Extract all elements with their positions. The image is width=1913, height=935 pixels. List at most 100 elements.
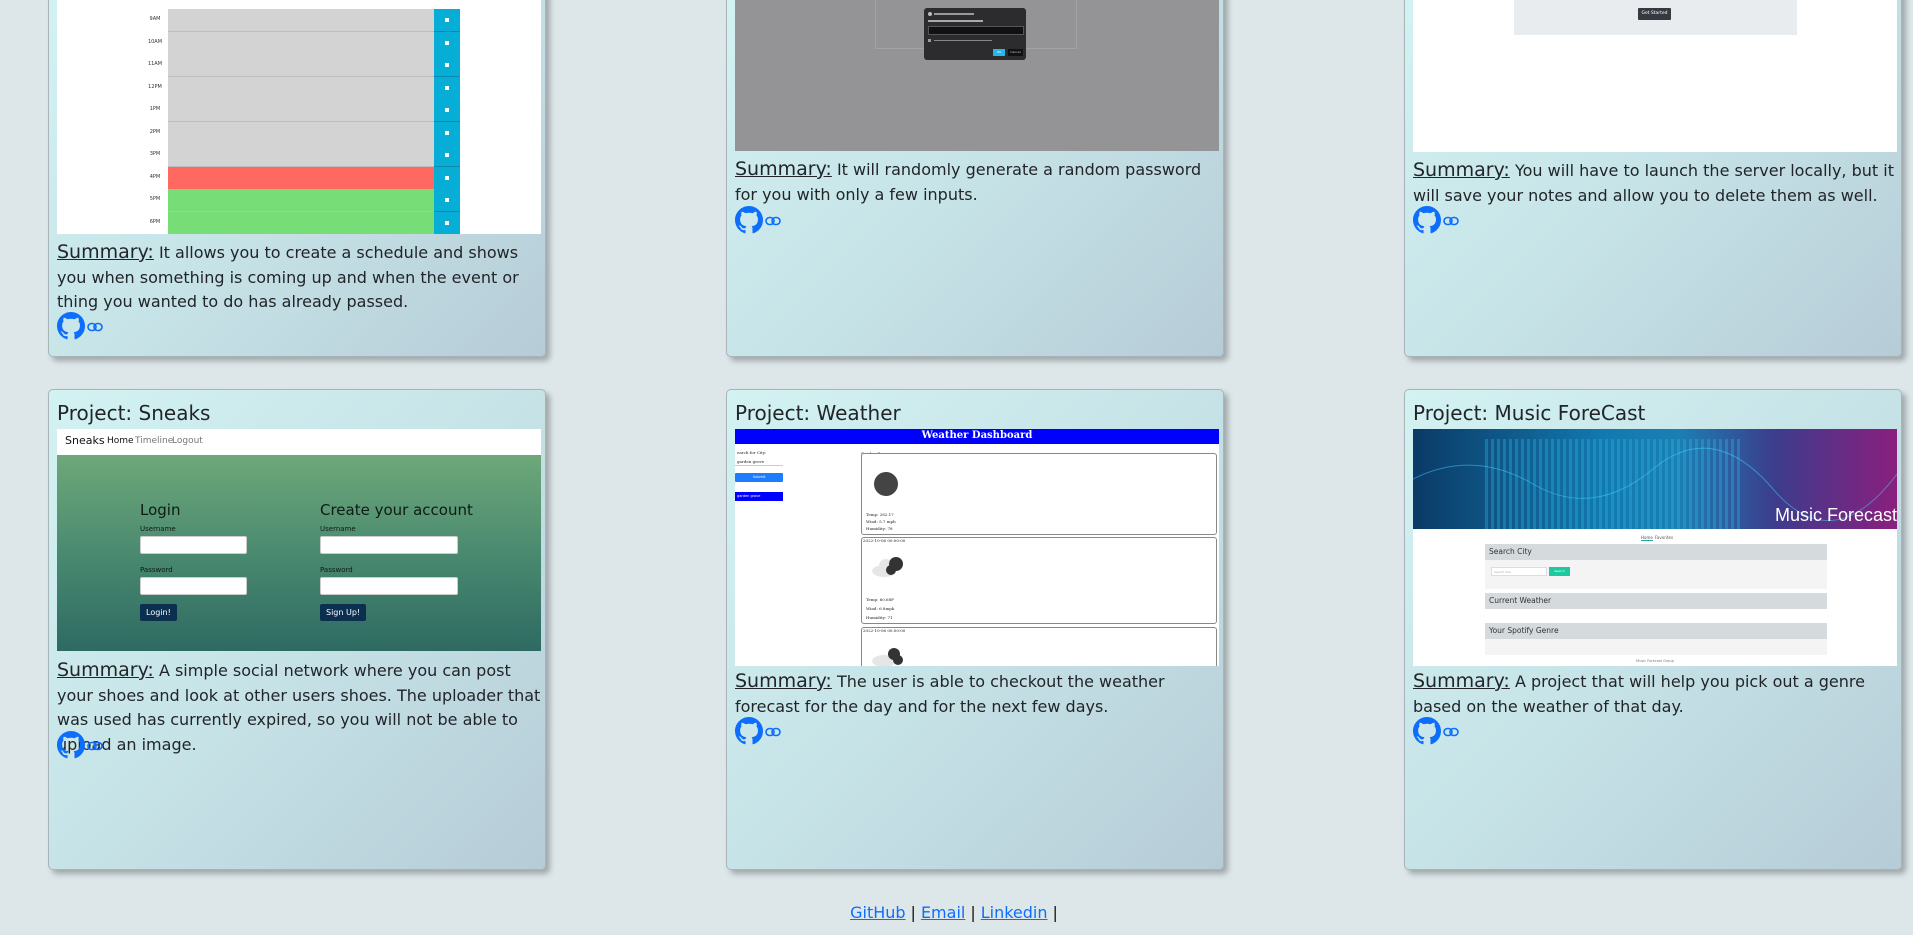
save-button[interactable] [434, 166, 460, 190]
nav-logout[interactable]: Logout [172, 436, 203, 446]
signup-password-input[interactable] [320, 577, 458, 595]
event-field[interactable] [168, 99, 434, 122]
time-block-row: 12PM [57, 76, 541, 100]
forecast-wind: Wind: 6.8mph [866, 606, 895, 611]
signup-button[interactable]: Sign Up! [320, 604, 367, 621]
link-icon[interactable] [1443, 215, 1459, 227]
event-field[interactable] [168, 31, 434, 55]
save-button[interactable] [434, 76, 460, 100]
link-icon[interactable] [765, 215, 781, 227]
submit-button[interactable]: Submit [735, 473, 783, 482]
project-title: Project: Weather [735, 401, 901, 425]
link-icon[interactable] [765, 726, 781, 738]
search-input[interactable]: garden grove [735, 457, 783, 466]
link-icon[interactable] [1443, 726, 1459, 738]
forecast-panel: 2022-10-06 00:00:00 Temp: 60.68F Wind: 6… [861, 537, 1217, 624]
save-icon [445, 63, 449, 67]
project-card: Project: Sneaks Sneaks Home Timeline Log… [48, 389, 546, 870]
cancel-button[interactable]: Cancel [1008, 49, 1023, 56]
footer-linkedin-link[interactable]: Linkedin [981, 903, 1048, 922]
github-icon[interactable] [57, 731, 85, 759]
weather-heading: Current Weather [1485, 593, 1827, 609]
time-block-row: 2PM [57, 121, 541, 145]
ok-button[interactable]: OK [993, 49, 1005, 56]
summary-label: Summary: [1413, 159, 1510, 181]
event-field[interactable] [168, 121, 434, 145]
footer-separator: | [910, 903, 916, 922]
login-button[interactable]: Login! [140, 604, 177, 621]
history-item[interactable]: garden grove [735, 492, 783, 501]
save-button[interactable] [434, 31, 460, 55]
footer-email-link[interactable]: Email [921, 903, 965, 922]
event-field[interactable] [168, 54, 434, 77]
save-button[interactable] [434, 54, 460, 77]
hour-label: 9AM [149, 16, 161, 22]
hour-label: 2PM [149, 128, 161, 135]
link-icon[interactable] [87, 740, 103, 752]
signup-heading: Create your account [320, 501, 473, 519]
navbar: Sneaks Home Timeline Logout [57, 429, 541, 456]
username-label: Username [140, 525, 176, 533]
save-button[interactable] [434, 144, 460, 167]
auth-section: Login Username Password Login! Create yo… [57, 455, 541, 651]
link-icon[interactable] [87, 321, 103, 333]
city-search-input[interactable]: Search City [1491, 567, 1547, 576]
project-summary: Summary: It will randomly generate a ran… [735, 157, 1219, 207]
project-card: 9AM 10AM 11AM 12PM 1PM 2PM 3PM 4PM 5PM 6PM Summar… [48, 0, 546, 357]
save-icon [445, 198, 449, 202]
time-block-row: 3PM [57, 144, 541, 167]
event-field[interactable] [168, 9, 434, 32]
app-footer: Music Forecast Group [1636, 659, 1674, 663]
github-icon[interactable] [735, 717, 763, 745]
project-card: Get Started Summary: You will have to la… [1404, 0, 1902, 357]
hour-label: 3PM [149, 151, 161, 157]
event-field[interactable] [168, 166, 434, 190]
time-block-row: 11AM [57, 54, 541, 77]
get-started-button[interactable]: Get Started [1638, 8, 1671, 20]
summary-label: Summary: [1413, 670, 1510, 692]
github-icon[interactable] [1413, 206, 1441, 234]
project-links [57, 311, 103, 341]
hour-label: 4PM [149, 173, 161, 180]
project-summary: Summary: A project that will help you pi… [1413, 669, 1897, 719]
brand[interactable]: Sneaks [65, 434, 105, 447]
nav-timeline[interactable]: Timeline [135, 436, 173, 446]
prompt-dialog: OK Cancel [924, 8, 1026, 60]
save-button[interactable] [434, 121, 460, 145]
tab-favorites[interactable]: Favorites [1655, 535, 1673, 540]
hour-label: 1PM [149, 106, 161, 112]
signup-username-input[interactable] [320, 536, 458, 554]
event-field[interactable] [168, 189, 434, 212]
github-icon[interactable] [1413, 717, 1441, 745]
city-search-button[interactable]: Search [1549, 567, 1570, 576]
tab-home[interactable]: Home [1641, 535, 1653, 541]
save-icon [445, 40, 449, 45]
search-section: Search City Search City Search [1485, 544, 1827, 589]
save-button[interactable] [434, 189, 460, 212]
cloud-icon [872, 557, 903, 577]
github-icon[interactable] [57, 312, 85, 340]
event-field[interactable] [168, 76, 434, 100]
save-button[interactable] [434, 211, 460, 234]
footer-github-link[interactable]: GitHub [850, 903, 905, 922]
save-button[interactable] [434, 99, 460, 122]
hour-label: 12PM [148, 83, 162, 90]
github-icon[interactable] [735, 206, 763, 234]
save-icon [445, 220, 449, 225]
login-username-input[interactable] [140, 536, 247, 554]
project-card: Project: Weather Weather Dashboard earch… [726, 389, 1224, 870]
login-password-input[interactable] [140, 577, 247, 595]
nav-home[interactable]: Home [107, 436, 134, 446]
project-links [57, 730, 103, 760]
project-title: Project: Music ForeCast [1413, 401, 1646, 425]
username-label: Username [320, 525, 356, 533]
save-icon [445, 108, 449, 112]
hour-label: 5PM [149, 196, 161, 202]
save-icon [445, 85, 449, 90]
event-field[interactable] [168, 211, 434, 234]
project-links [1413, 205, 1459, 235]
summary-label: Summary: [57, 241, 154, 263]
save-button[interactable] [434, 9, 460, 32]
save-icon [445, 175, 449, 180]
event-field[interactable] [168, 144, 434, 167]
